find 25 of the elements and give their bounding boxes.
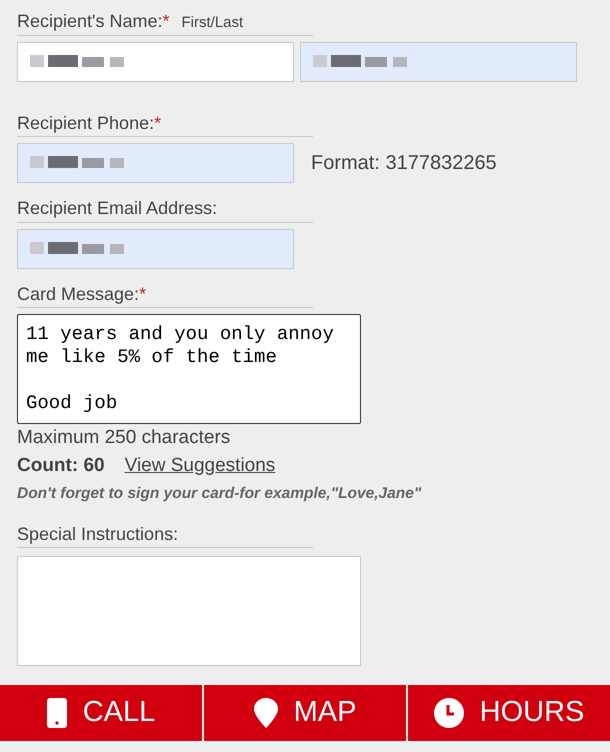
- text-input-field[interactable]: [17, 42, 294, 82]
- action-bar-button[interactable]: MAP: [204, 685, 406, 741]
- required-asterisk: *: [154, 112, 162, 134]
- field-label: Recipient Phone:: [17, 112, 154, 134]
- phone-icon: [46, 698, 67, 728]
- signing-tip: Don't forget to sign your card-for example,"Love,Jane": [17, 484, 422, 503]
- action-bar-button[interactable]: CALL: [0, 685, 202, 741]
- text-input-field[interactable]: [17, 143, 294, 183]
- required-asterisk: *: [162, 10, 170, 32]
- action-bar-button[interactable]: HOURS: [408, 685, 610, 741]
- location-pin-icon: [254, 698, 278, 728]
- field-label: Recipient's Name:: [17, 10, 162, 32]
- card-message-textarea[interactable]: 11 years and you only annoy me like 5% of the time Good job: [17, 314, 361, 424]
- view-suggestions-link[interactable]: View Suggestions: [124, 454, 276, 478]
- text-input-field[interactable]: [17, 228, 294, 268]
- field-hint: First/Last: [182, 14, 244, 32]
- text-input-field[interactable]: [300, 42, 577, 82]
- field-label: Recipient Email Address:: [17, 197, 218, 220]
- format-note: Format: 3177832265: [311, 150, 497, 176]
- clock-icon: [434, 698, 464, 728]
- character-count: Count: 60: [17, 454, 105, 478]
- field-label: Special Instructions:: [17, 522, 178, 546]
- required-asterisk: *: [139, 282, 146, 305]
- max-characters-note: Maximum 250 characters: [17, 426, 232, 450]
- field-label: Card Message:: [17, 282, 140, 305]
